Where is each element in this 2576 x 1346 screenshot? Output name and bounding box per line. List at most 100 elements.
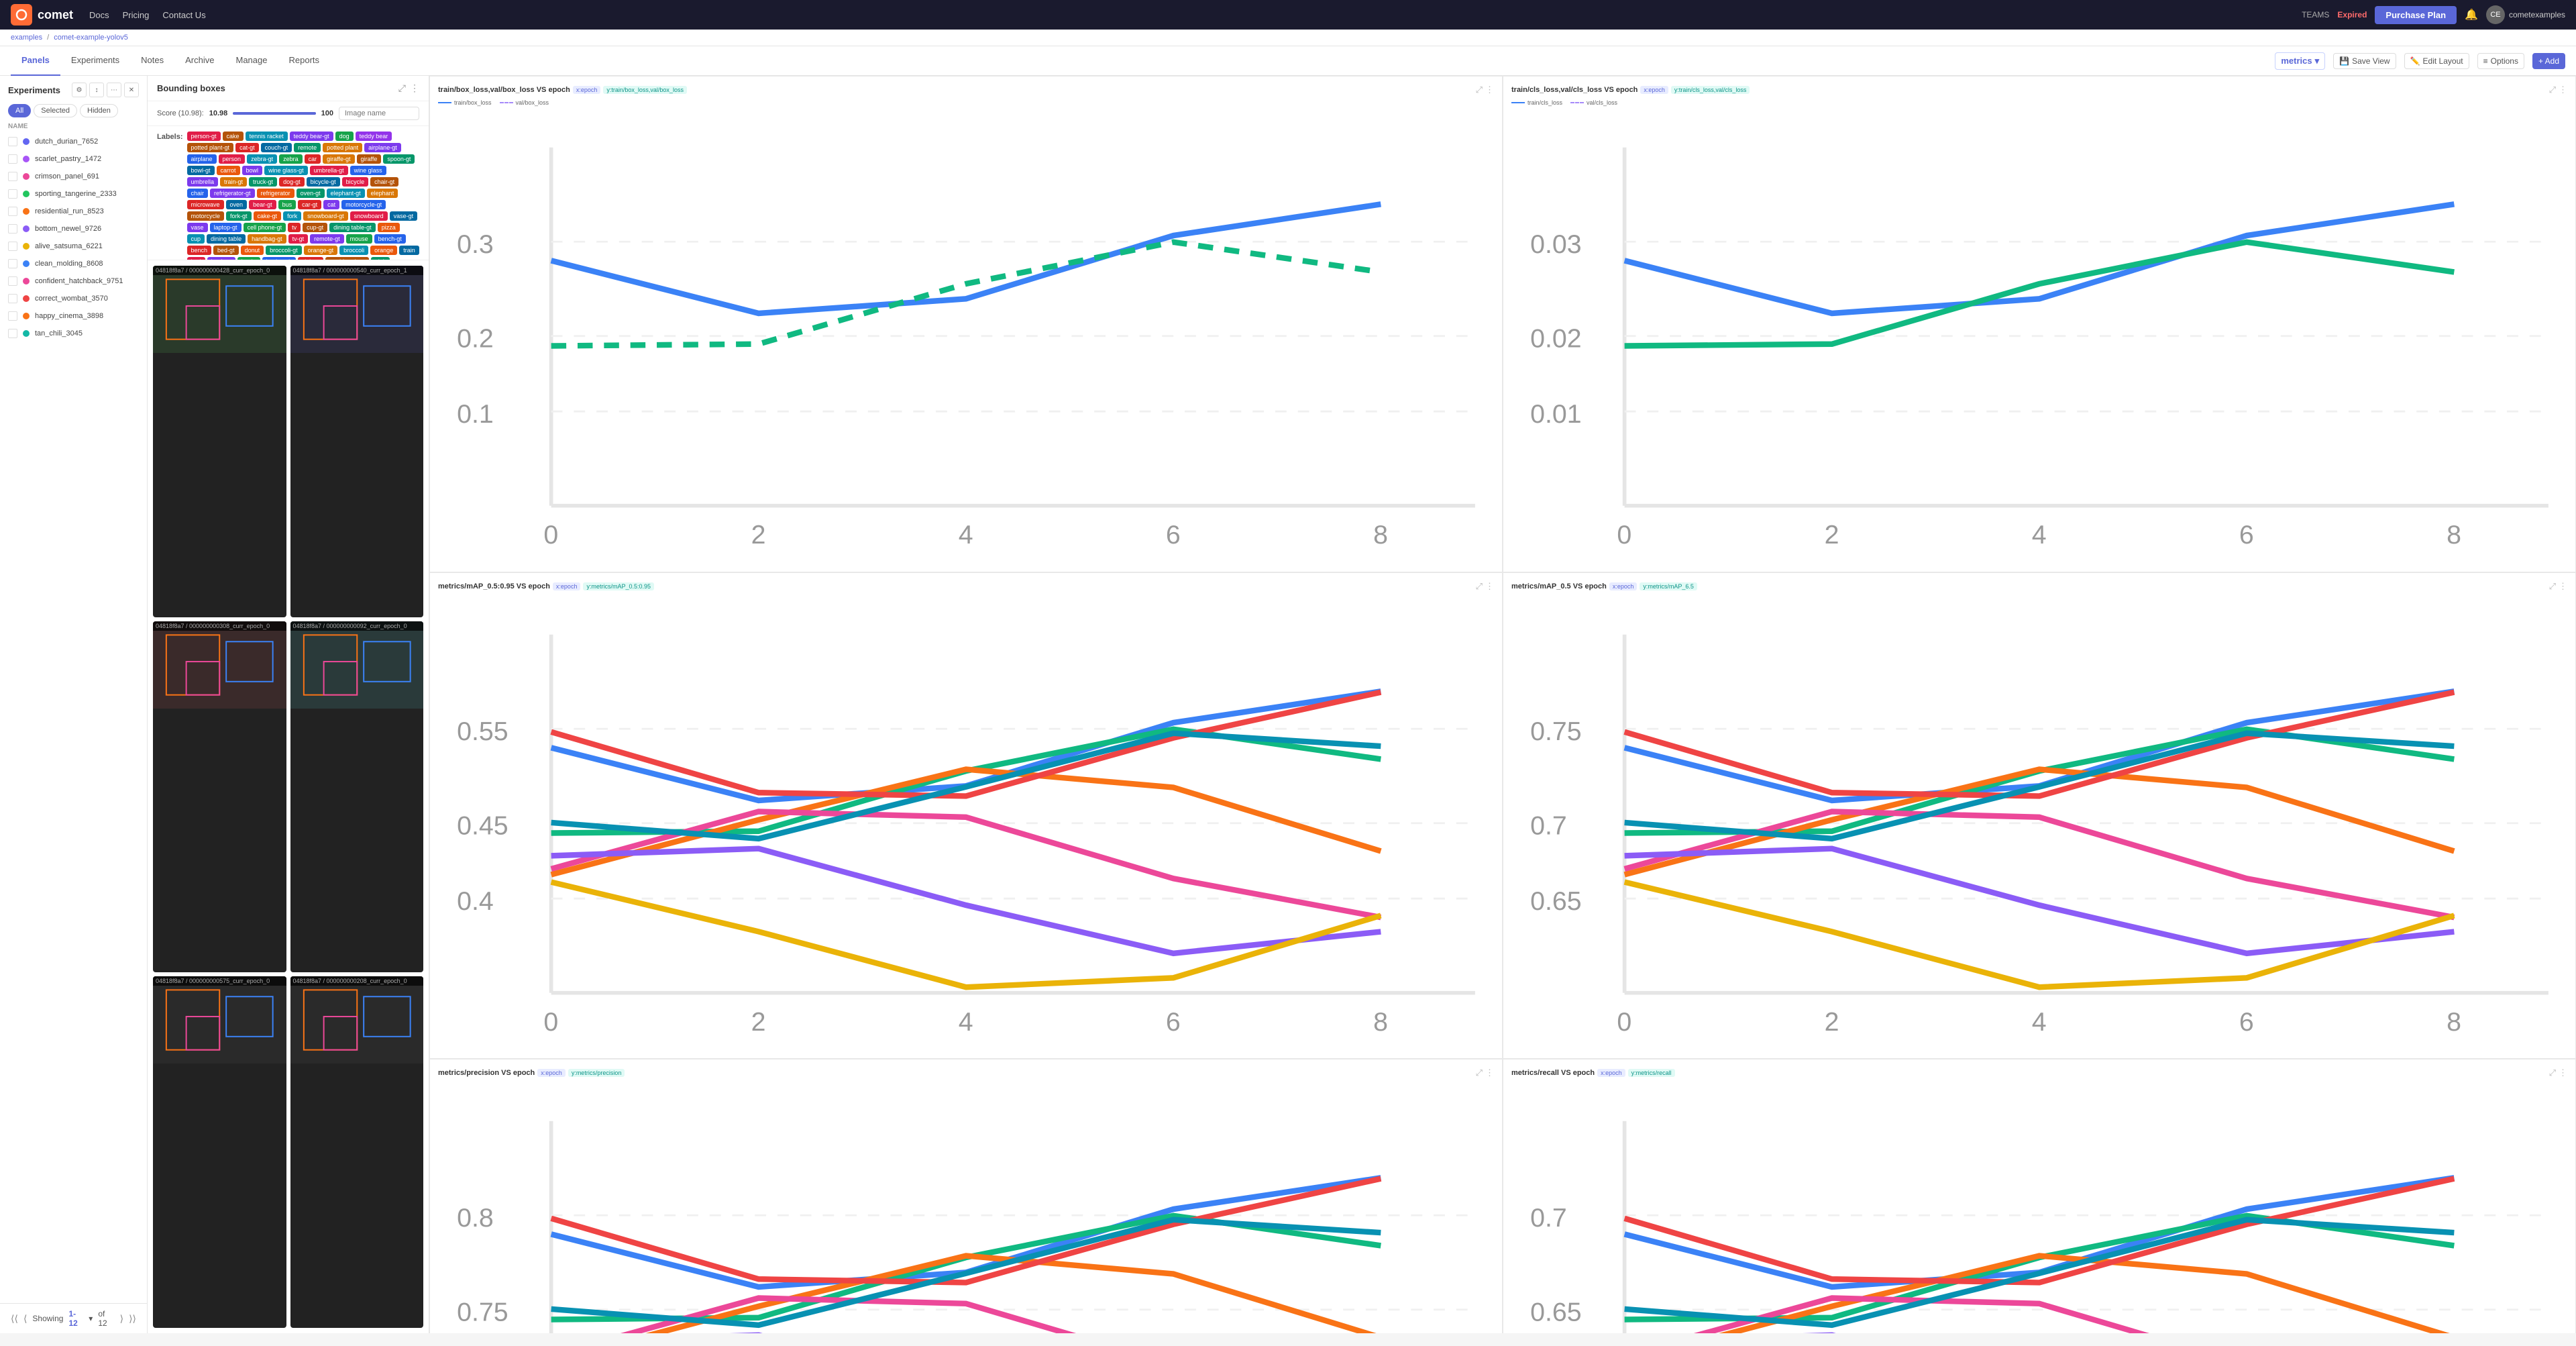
label-tag[interactable]: cake — [223, 132, 244, 141]
exp-checkbox[interactable] — [8, 242, 17, 251]
y-metric-tag[interactable]: y:metrics/mAP_0.5:0.95 — [583, 582, 654, 590]
label-tag[interactable]: motorcycle — [187, 211, 225, 221]
label-tag[interactable]: teddy bear — [356, 132, 392, 141]
x-epoch-tag[interactable]: x:epoch — [1597, 1069, 1625, 1077]
metrics-dropdown[interactable]: metrics ▾ — [2275, 52, 2325, 70]
label-tag[interactable]: dog — [335, 132, 354, 141]
label-tag[interactable]: wine glass-gt — [264, 166, 308, 175]
y-metric-tag[interactable]: y:train/box_loss,val/box_loss — [603, 86, 687, 94]
label-tag[interactable]: refrigerator — [257, 189, 294, 198]
page-next-btn[interactable]: ⟩ — [120, 1313, 123, 1325]
label-tag[interactable]: fork-gt — [226, 211, 252, 221]
label-tag[interactable]: oven-gt — [297, 189, 325, 198]
label-tag[interactable]: orange-gt — [304, 246, 338, 255]
expand-icon[interactable]: ⤢ — [1476, 581, 1483, 592]
label-tag[interactable]: carrot — [217, 166, 240, 175]
label-tag[interactable]: giraffe-gt — [323, 154, 354, 164]
score-slider[interactable] — [233, 112, 315, 115]
experiment-item[interactable]: dutch_durian_7652 — [0, 133, 147, 150]
more-icon[interactable]: ⋮ — [1485, 1068, 1494, 1078]
save-view-button[interactable]: 💾 Save View — [2333, 53, 2396, 69]
y-metric-tag[interactable]: y:metrics/mAP_6.5 — [1640, 582, 1697, 590]
label-tag[interactable]: airplane — [187, 154, 217, 164]
label-tag[interactable]: chair — [187, 189, 209, 198]
x-epoch-tag[interactable]: x:epoch — [1640, 86, 1668, 94]
exp-checkbox[interactable] — [8, 311, 17, 321]
label-tag[interactable]: tennis racket — [246, 132, 288, 141]
y-metric-tag[interactable]: y:metrics/precision — [568, 1069, 625, 1077]
exp-checkbox[interactable] — [8, 329, 17, 338]
label-tag[interactable]: chair-gt — [370, 177, 398, 187]
exp-checkbox[interactable] — [8, 207, 17, 216]
label-tag[interactable]: airplane-gt — [364, 143, 401, 152]
edit-layout-button[interactable]: ✏️ Edit Layout — [2404, 53, 2469, 69]
label-tag[interactable]: motorcycle-gt — [341, 200, 386, 209]
expand-icon[interactable]: ⤢ — [2549, 581, 2556, 592]
image-cell[interactable]: 04818f8a7 / 000000000540_curr_epoch_1 — [290, 266, 424, 617]
exp-checkbox[interactable] — [8, 137, 17, 146]
label-tag[interactable]: bowl-gt — [187, 166, 215, 175]
tab-panels[interactable]: Panels — [11, 46, 60, 76]
expand-icon[interactable]: ⤢ — [1476, 85, 1483, 95]
sidebar-tool-more[interactable]: ⋯ — [107, 83, 121, 97]
label-tag[interactable]: broccoli-gt — [266, 246, 302, 255]
experiment-item[interactable]: scarlet_pastry_1472 — [0, 150, 147, 168]
label-tag[interactable]: cat — [323, 200, 339, 209]
label-tag[interactable]: cell phone-gt — [244, 223, 286, 232]
nav-docs[interactable]: Docs — [89, 10, 109, 20]
image-cell[interactable]: 04818f8a7 / 000000000092_curr_epoch_0 — [290, 621, 424, 973]
more-icon[interactable]: ⋮ — [2559, 581, 2567, 592]
sidebar-tool-sort[interactable]: ↕ — [89, 83, 104, 97]
label-tag[interactable]: cup — [187, 234, 205, 244]
label-tag[interactable]: bench-gt — [374, 234, 406, 244]
label-tag[interactable]: umbrella-gt — [310, 166, 348, 175]
nav-contact[interactable]: Contact Us — [162, 10, 205, 20]
filter-selected[interactable]: Selected — [34, 104, 77, 117]
expand-icon[interactable]: ⤢ — [2549, 85, 2556, 95]
label-tag[interactable]: bicycle-gt — [307, 177, 340, 187]
experiment-item[interactable]: clean_molding_8608 — [0, 255, 147, 272]
label-tag[interactable]: potted plant — [323, 143, 362, 152]
label-tag[interactable]: bowl — [242, 166, 263, 175]
label-tag[interactable]: elephant-gt — [327, 189, 365, 198]
label-tag[interactable]: laptop-gt — [210, 223, 241, 232]
exp-checkbox[interactable] — [8, 224, 17, 234]
label-tag[interactable]: dining table-gt — [329, 223, 376, 232]
label-tag[interactable]: snowboard-gt — [303, 211, 348, 221]
exp-checkbox[interactable] — [8, 259, 17, 268]
expand-icon[interactable]: ⤢ — [1476, 1068, 1483, 1078]
label-tag[interactable]: vase — [187, 223, 208, 232]
page-prev-btn[interactable]: ⟨ — [23, 1313, 27, 1325]
label-tag[interactable]: remote — [294, 143, 321, 152]
label-tag[interactable]: cake-gt — [254, 211, 282, 221]
y-metric-tag[interactable]: y:train/cls_loss,val/cls_loss — [1671, 86, 1750, 94]
x-epoch-tag[interactable]: x:epoch — [553, 582, 581, 590]
label-tag[interactable]: train — [399, 246, 419, 255]
sidebar-tool-filter[interactable]: ⚙ — [72, 83, 87, 97]
filter-hidden[interactable]: Hidden — [80, 104, 118, 117]
image-cell[interactable]: 04818f8a7 / 000000000575_curr_epoch_0 — [153, 976, 286, 1328]
x-epoch-tag[interactable]: x:epoch — [537, 1069, 566, 1077]
filter-all[interactable]: All — [8, 104, 31, 117]
sidebar-tool-close[interactable]: ✕ — [124, 83, 139, 97]
label-tag[interactable]: spoon-gt — [383, 154, 415, 164]
breadcrumb-examples[interactable]: examples — [11, 34, 42, 42]
experiment-item[interactable]: happy_cinema_3898 — [0, 307, 147, 325]
label-tag[interactable]: bed-gt — [213, 246, 239, 255]
breadcrumb-project[interactable]: comet-example-yolov5 — [54, 34, 128, 42]
experiment-item[interactable]: tan_chili_3045 — [0, 325, 147, 342]
label-tag[interactable]: oven — [226, 200, 248, 209]
tab-reports[interactable]: Reports — [278, 46, 330, 76]
label-tag[interactable]: train-gt — [220, 177, 247, 187]
label-tag[interactable]: vase-gt — [390, 211, 418, 221]
x-epoch-tag[interactable]: x:epoch — [1609, 582, 1638, 590]
label-tag[interactable]: person-gt — [187, 132, 221, 141]
exp-checkbox[interactable] — [8, 154, 17, 164]
label-tag[interactable]: tv-gt — [288, 234, 309, 244]
label-tag[interactable]: handbag-gt — [248, 234, 286, 244]
tab-manage[interactable]: Manage — [225, 46, 278, 76]
label-tag[interactable]: bench — [187, 246, 212, 255]
experiment-item[interactable]: correct_wombat_3570 — [0, 290, 147, 307]
label-tag[interactable]: snowboard — [350, 211, 388, 221]
experiment-item[interactable]: bottom_newel_9726 — [0, 220, 147, 238]
